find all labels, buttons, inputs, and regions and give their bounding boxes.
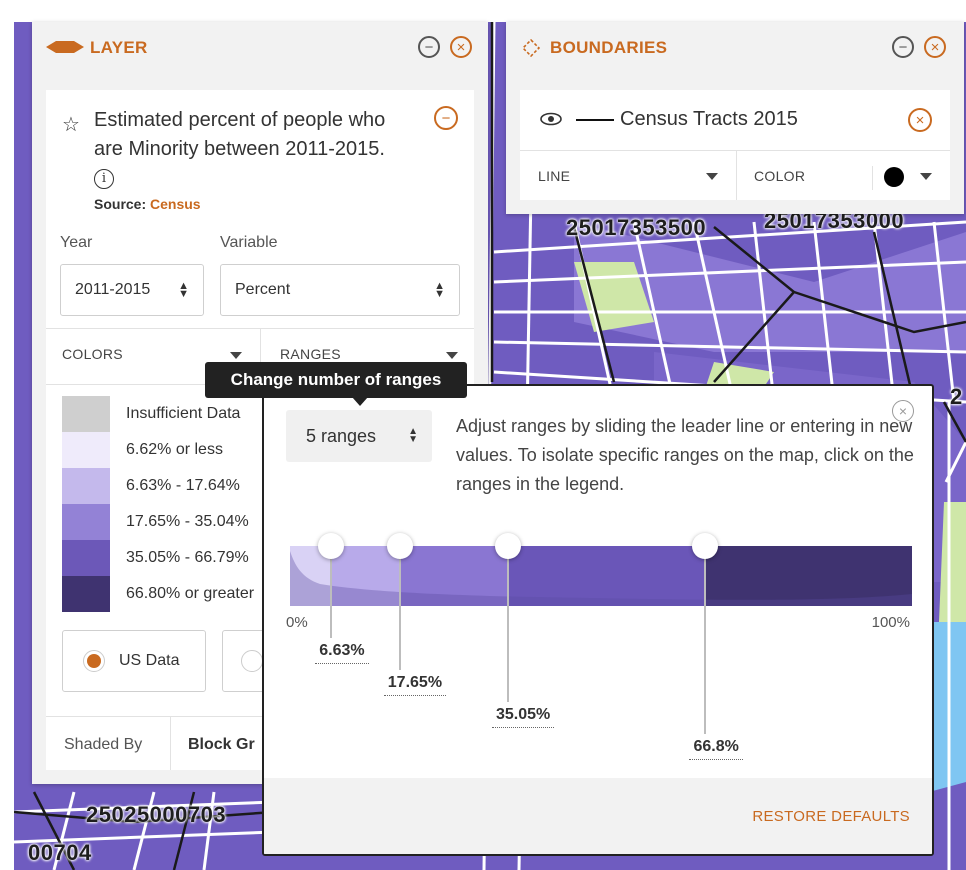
legend-swatch [62,468,110,504]
collapse-layer-button[interactable]: − [418,36,440,58]
color-swatch[interactable] [884,167,904,187]
ranges-tooltip: Change number of ranges [205,362,467,398]
legend-label: 66.80% or greater [126,585,255,602]
boundary-icon [522,39,540,57]
chevron-down-icon[interactable] [920,173,932,180]
tract-label: 25017353500 [566,215,707,240]
tooltip-arrow [352,397,368,406]
dataset-source: Source: Census [94,196,201,212]
legend-swatch [62,576,110,612]
sort-arrows-icon: ▲ ▼ [434,280,445,300]
sort-arrows-icon: ▲ ▼ [178,280,189,300]
boundary-item-label: Census Tracts 2015 [620,108,798,130]
leader-line[interactable] [398,546,401,670]
boundaries-panel-title: BOUNDARIES [550,38,668,57]
us-data-radio[interactable]: US Data [62,630,206,692]
breakpoint-input[interactable]: 35.05% [492,706,555,728]
distribution-histogram [290,546,912,606]
legend-label: 6.62% or less [126,441,223,458]
layer-panel-title: LAYER [90,38,148,57]
dataset-title-text: Estimated percent of people who are Mino… [94,109,386,160]
legend-swatch [62,396,110,432]
info-icon[interactable]: i [94,168,114,189]
eye-icon[interactable] [540,112,562,126]
favorite-star-icon[interactable]: ☆ [62,112,80,137]
year-label: Year [60,234,93,251]
tract-label: 25025000703 [86,802,227,827]
ranges-count-select[interactable]: 5 ranges ▲ ▼ [286,410,432,462]
source-label: Source: [94,196,147,212]
chevron-down-icon[interactable] [446,352,458,359]
popup-footer: RESTORE DEFAULTS [264,778,932,854]
range-slider-handle[interactable] [495,533,521,559]
ranges-popup: 5 ranges ▲ ▼ Adjust ranges by sliding the… [262,384,934,856]
close-layer-button[interactable]: × [450,36,472,58]
restore-defaults-button[interactable]: RESTORE DEFAULTS [752,808,910,825]
year-select-value: 2011-2015 [75,281,151,298]
legend-item[interactable]: 35.05% - 66.79% [62,540,249,576]
sort-arrows-icon: ▲ ▼ [408,426,418,445]
leader-line[interactable] [330,546,333,638]
legend-swatch [62,540,110,576]
boundaries-panel: BOUNDARIES − × Census Tracts 2015 × LINE… [506,22,964,214]
line-style-icon [576,119,614,121]
shaded-by-value[interactable]: Block Gr [188,736,255,754]
breakpoint-input[interactable]: 66.8% [689,738,743,760]
divider [520,150,950,151]
legend-label: 17.65% - 35.04% [126,513,249,530]
leader-line[interactable] [507,546,509,702]
layer-icon [46,41,84,53]
variable-select[interactable]: Percent ▲ ▼ [220,264,460,316]
legend-label: 6.63% - 17.64% [126,477,240,494]
leader-line[interactable] [704,546,707,734]
ranges-dropdown[interactable]: RANGES [280,346,341,362]
variable-select-value: Percent [235,281,291,298]
axis-min-label: 0% [286,614,308,631]
shaded-by-label: Shaded By [64,736,143,753]
legend-item[interactable]: 6.63% - 17.64% [62,468,240,504]
breakpoint-input[interactable]: 17.65% [383,674,447,696]
legend-item[interactable]: 66.80% or greater [62,576,254,612]
source-link[interactable]: Census [150,196,201,212]
ranges-count-value: 5 ranges [306,426,377,446]
legend-item[interactable]: 17.65% - 35.04% [62,504,249,540]
colors-dropdown[interactable]: COLORS [62,346,123,362]
close-popup-icon[interactable]: × [892,400,914,422]
legend-label: 35.05% - 66.79% [126,549,249,566]
remove-boundary-button[interactable]: × [908,108,932,132]
dataset-title: Estimated percent of people who are Mino… [94,106,394,193]
collapse-boundaries-button[interactable]: − [892,36,914,58]
variable-label: Variable [220,234,278,251]
ranges-instructions: Adjust ranges by sliding the leader line… [456,416,914,494]
close-boundaries-button[interactable]: × [924,36,946,58]
legend-swatch [62,432,110,468]
divider [872,166,873,190]
chevron-down-icon[interactable] [230,352,242,359]
range-band[interactable] [508,546,706,606]
axis-max-label: 100% [871,614,910,631]
boundary-card: Census Tracts 2015 × LINE COLOR [520,90,950,200]
chevron-down-icon[interactable] [706,173,718,180]
legend-item[interactable]: 6.62% or less [62,432,223,468]
legend-item[interactable]: Insufficient Data [62,396,240,432]
us-data-label: US Data [119,652,180,669]
divider [736,150,737,200]
radio-empty-icon [241,650,263,672]
divider [170,716,171,770]
breakpoint-input[interactable]: 6.63% [315,642,369,664]
remove-dataset-button[interactable]: − [434,106,458,130]
range-slider-handle[interactable] [386,533,413,559]
legend-swatch [62,504,110,540]
year-select[interactable]: 2011-2015 ▲ ▼ [60,264,204,316]
color-dropdown[interactable]: COLOR [754,168,805,184]
legend-label: Insufficient Data [126,405,241,422]
tract-label: 00704 [28,840,92,865]
line-dropdown[interactable]: LINE [538,168,570,184]
radio-selected-icon [83,650,105,672]
tract-label: 2 [950,384,963,409]
